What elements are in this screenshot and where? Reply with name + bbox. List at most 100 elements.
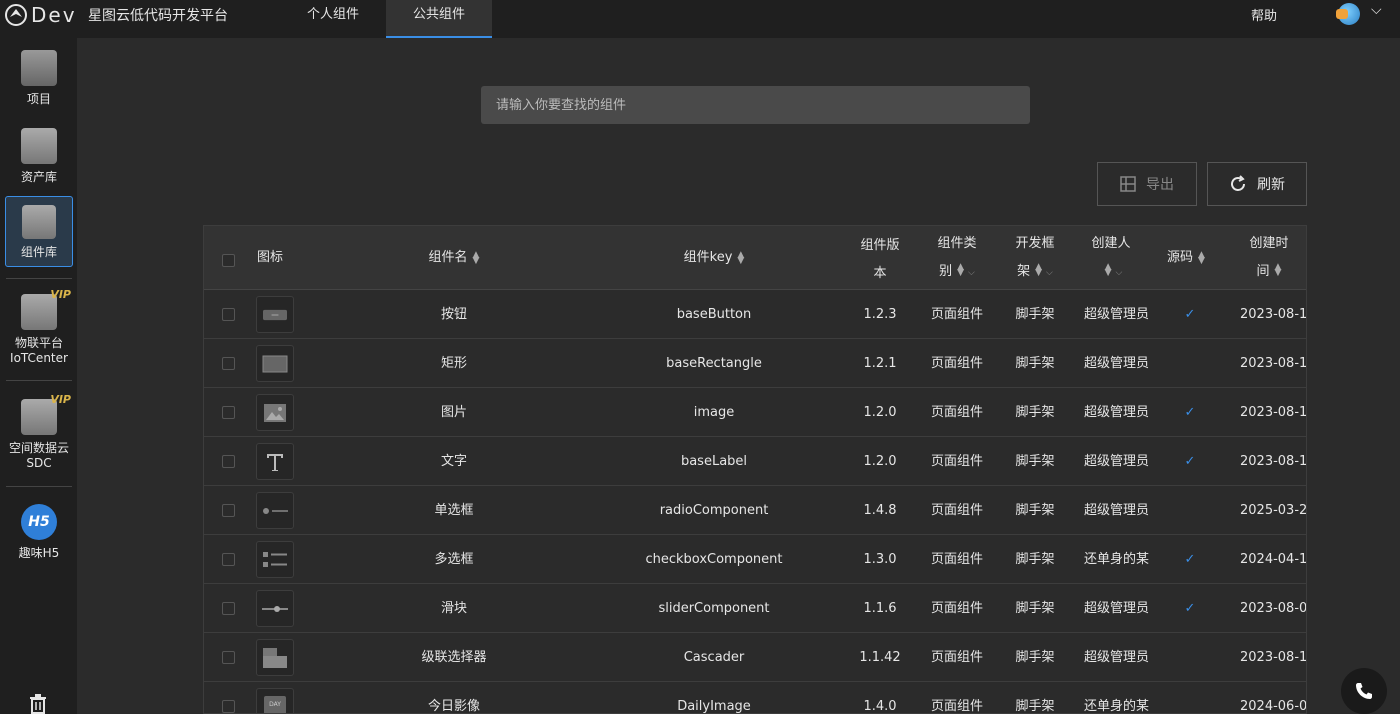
sort-icon[interactable]: ▲ ▼ xyxy=(737,251,744,266)
sidebar: 项目 资产库 组件库 VIP 物联平台 IoTCenter VIP 空间数据云 … xyxy=(0,38,77,714)
button-thumb-icon xyxy=(256,296,294,333)
cell-key: baseButton xyxy=(676,307,752,322)
cell-type: 页面组件 xyxy=(930,503,983,518)
cell-type: 页面组件 xyxy=(930,601,983,616)
cell-source: ✓ xyxy=(1184,307,1196,322)
cell-framework: 脚手架 xyxy=(1015,503,1055,518)
cell-key: baseLabel xyxy=(680,454,748,469)
sidebar-item-assets[interactable]: 资产库 xyxy=(5,128,73,185)
sidebar-item-components[interactable]: 组件库 xyxy=(5,196,73,267)
cell-key: radioComponent xyxy=(659,503,769,518)
cell-type: 页面组件 xyxy=(930,405,983,420)
tab-public-components[interactable]: 公共组件 xyxy=(386,0,492,38)
sort-icon[interactable]: ▲ ▼ xyxy=(1105,262,1112,277)
daily-image-thumb-icon: DAY xyxy=(256,688,294,713)
cell-type: 页面组件 xyxy=(930,699,983,714)
table-row[interactable]: 图片 image 1.2.0 页面组件 脚手架 超级管理员 ✓ 2023-08-… xyxy=(204,388,1306,437)
table-row[interactable]: DAY 今日影像 DailyImage 1.4.0 页面组件 脚手架 还单身的某… xyxy=(204,682,1306,714)
filter-icon[interactable]: ⌵ xyxy=(1116,268,1123,278)
cell-type: 页面组件 xyxy=(930,454,983,469)
cell-version: 1.2.0 xyxy=(863,405,897,420)
sort-icon[interactable]: ▲ ▼ xyxy=(1275,263,1282,278)
sidebar-item-iotcenter[interactable]: VIP 物联平台 IoTCenter xyxy=(5,288,73,365)
refresh-button[interactable]: 刷新 xyxy=(1207,162,1307,206)
sort-icon[interactable]: ▲ ▼ xyxy=(957,262,964,277)
header-creator-label: 创建人 xyxy=(1091,235,1131,251)
table-row[interactable]: 矩形 baseRectangle 1.2.1 页面组件 脚手架 超级管理员 20… xyxy=(204,339,1306,388)
sidebar-item-sdc[interactable]: VIP 空间数据云 SDC xyxy=(5,393,73,470)
table-row[interactable]: 文字 baseLabel 1.2.0 页面组件 脚手架 超级管理员 ✓ 2023… xyxy=(204,437,1306,486)
cell-framework: 脚手架 xyxy=(1015,356,1055,371)
row-checkbox[interactable] xyxy=(222,602,235,615)
logo[interactable]: Dev xyxy=(4,2,77,28)
cell-name: 滑块 xyxy=(440,601,467,616)
cell-created: 2023-08-16 xyxy=(1240,405,1306,420)
table-row[interactable]: 单选框 radioComponent 1.4.8 页面组件 脚手架 超级管理员 … xyxy=(204,486,1306,535)
header-created[interactable]: 创建时 间 ▲ ▼ xyxy=(1234,230,1304,286)
header-creator[interactable]: 创建人 ▲ ▼ ⌵ xyxy=(1076,230,1146,286)
cell-source xyxy=(1170,682,1210,713)
header-framework[interactable]: 开发框 架 ▲ ▼ ⌵ xyxy=(1000,230,1070,286)
search-input[interactable] xyxy=(481,86,1030,124)
row-checkbox[interactable] xyxy=(222,308,235,321)
header-version: 组件版 本 xyxy=(852,236,908,284)
table-row[interactable]: 级联选择器 Cascader 1.1.42 页面组件 脚手架 超级管理员 202… xyxy=(204,633,1306,682)
export-label: 导出 xyxy=(1146,177,1174,193)
cell-name: 单选框 xyxy=(434,503,474,518)
header-key[interactable]: 组件key ▲ ▼ xyxy=(639,226,789,290)
table-row[interactable]: 滑块 sliderComponent 1.1.6 页面组件 脚手架 超级管理员 … xyxy=(204,584,1306,633)
chevron-down-icon[interactable]: ⌵ xyxy=(1371,2,1382,18)
avatar[interactable] xyxy=(1336,3,1360,25)
cell-name: 文字 xyxy=(440,454,467,469)
table-row[interactable]: 多选框 checkboxComponent 1.3.0 页面组件 脚手架 还单身… xyxy=(204,535,1306,584)
cell-key: DailyImage xyxy=(677,699,751,714)
tab-personal-components[interactable]: 个人组件 xyxy=(280,0,386,38)
cascader-thumb-icon xyxy=(256,639,294,676)
filter-icon[interactable]: ⌵ xyxy=(1046,268,1053,278)
row-checkbox[interactable] xyxy=(222,357,235,370)
header-type[interactable]: 组件类 别 ▲ ▼ ⌵ xyxy=(922,230,992,286)
cell-version: 1.4.8 xyxy=(863,503,897,518)
row-checkbox[interactable] xyxy=(222,455,235,468)
row-checkbox[interactable] xyxy=(222,700,235,713)
sort-icon[interactable]: ▲ ▼ xyxy=(1198,251,1205,266)
filter-icon[interactable]: ⌵ xyxy=(968,268,975,278)
divider xyxy=(6,380,72,381)
divider xyxy=(6,278,72,279)
cell-type: 页面组件 xyxy=(930,356,983,371)
vip-badge: VIP xyxy=(50,288,71,301)
export-button[interactable]: 导出 xyxy=(1097,162,1197,206)
header-framework-label-2: 架 xyxy=(1017,263,1031,279)
row-checkbox[interactable] xyxy=(222,553,235,566)
sort-icon[interactable]: ▲ ▼ xyxy=(1035,262,1042,277)
cell-creator: 超级管理员 xyxy=(1084,503,1150,518)
cell-key: Cascader xyxy=(683,650,745,665)
slider-thumb-icon xyxy=(256,590,294,627)
cell-version: 1.2.1 xyxy=(863,356,897,371)
logo-text: Dev xyxy=(31,3,77,27)
cell-name: 矩形 xyxy=(440,356,467,371)
sidebar-item-h5[interactable]: H5 趣味H5 xyxy=(5,504,73,561)
row-checkbox[interactable] xyxy=(222,651,235,664)
cell-framework: 脚手架 xyxy=(1015,405,1055,420)
cell-key: sliderComponent xyxy=(658,601,770,616)
cell-name: 今日影像 xyxy=(427,699,480,714)
trash-icon[interactable] xyxy=(28,694,48,714)
sidebar-item-projects[interactable]: 项目 xyxy=(5,50,73,107)
table-header: 图标 组件名 ▲ ▼ 组件key ▲ ▼ 组件版 本 组件类 别 ▲ ▼ ⌵ 开发框 架 ▲ ▼ ⌵… xyxy=(204,226,1306,290)
sort-icon[interactable]: ▲ ▼ xyxy=(473,251,480,266)
cell-created: 2025-03-20 xyxy=(1240,503,1306,518)
table-row[interactable]: 按钮 baseButton 1.2.3 页面组件 脚手架 超级管理员 ✓ 202… xyxy=(204,290,1306,339)
header-name[interactable]: 组件名 ▲ ▼ xyxy=(379,226,529,290)
row-checkbox[interactable] xyxy=(222,504,235,517)
contact-phone-button[interactable] xyxy=(1341,668,1387,714)
cell-key: image xyxy=(693,405,735,420)
help-link[interactable]: 帮助 xyxy=(1251,5,1277,24)
header-source[interactable]: 源码 ▲ ▼ xyxy=(1156,226,1216,290)
header-type-label-2: 别 xyxy=(939,263,953,279)
cell-created: 2023-08-16 xyxy=(1240,356,1306,371)
select-all-checkbox[interactable] xyxy=(222,254,235,267)
cell-source: ✓ xyxy=(1184,454,1196,469)
svg-text:DAY: DAY xyxy=(269,701,281,708)
row-checkbox[interactable] xyxy=(222,406,235,419)
